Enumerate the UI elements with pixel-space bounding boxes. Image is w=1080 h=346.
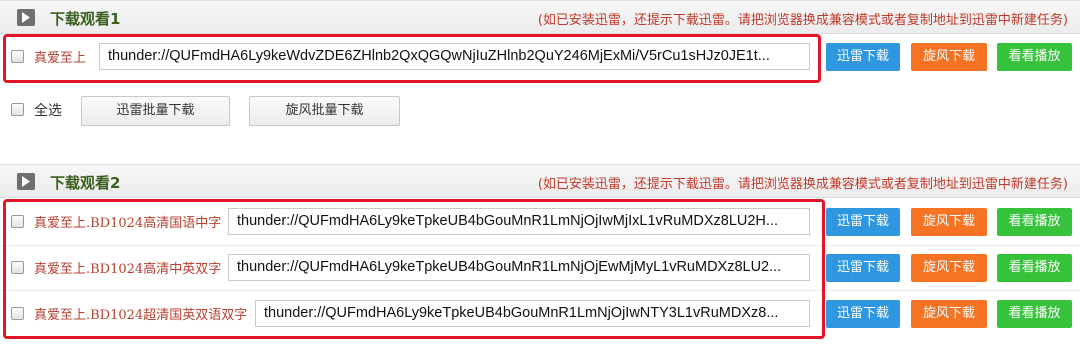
section-title: 下载观看1 [50,10,121,28]
xuanfeng-download-button[interactable]: 旋风下载 [911,300,987,328]
section-title: 下载观看2 [50,174,121,192]
xunlei-download-button[interactable]: 迅雷下载 [826,254,900,282]
kankan-play-button[interactable]: 看看播放 [997,208,1072,236]
kankan-play-button[interactable]: 看看播放 [997,254,1072,282]
xuanfeng-download-button[interactable]: 旋风下载 [911,208,987,236]
xuanfeng-download-button[interactable]: 旋风下载 [911,254,987,282]
select-all-row: 全选 迅雷批量下载 旋风批量下载 [0,90,1080,130]
kankan-play-button[interactable]: 看看播放 [997,300,1072,328]
select-all-checkbox[interactable] [11,103,24,116]
xunlei-download-button[interactable]: 迅雷下载 [826,208,900,236]
play-icon [17,173,35,190]
xuanfeng-download-button[interactable]: 旋风下载 [911,43,987,71]
xunlei-download-button[interactable]: 迅雷下载 [826,300,900,328]
section-hint: (如已安装迅雷，还提示下载迅雷。请把浏览器换成兼容模式或者复制地址到迅雷中新建任… [537,177,1068,192]
section-hint: (如已安装迅雷，还提示下载迅雷。请把浏览器换成兼容模式或者复制地址到迅雷中新建任… [537,13,1068,28]
play-icon [17,9,35,26]
highlight-box [3,34,821,83]
section-header-1: 下载观看1 (如已安装迅雷，还提示下载迅雷。请把浏览器换成兼容模式或者复制地址到… [0,0,1080,34]
select-all-label: 全选 [34,103,62,119]
batch-xunlei-button[interactable]: 迅雷批量下载 [81,96,230,126]
batch-xuanfeng-button[interactable]: 旋风批量下载 [249,96,400,126]
section-header-2: 下载观看2 (如已安装迅雷，还提示下载迅雷。请把浏览器换成兼容模式或者复制地址到… [0,164,1080,198]
highlight-box [3,199,825,339]
kankan-play-button[interactable]: 看看播放 [997,43,1072,71]
xunlei-download-button[interactable]: 迅雷下载 [826,43,900,71]
